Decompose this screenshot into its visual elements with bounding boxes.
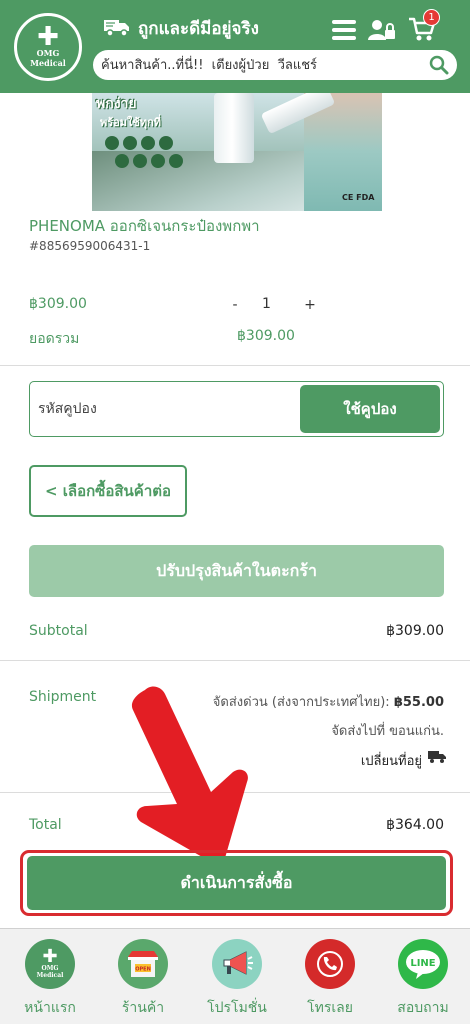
quantity-value[interactable]: 1 [262,296,271,312]
logo-text-line2: Medical [30,58,66,68]
shop-icon: OPEN [118,939,168,989]
coupon-form: ใช้คูปอง [29,381,444,437]
apply-coupon-button[interactable]: ใช้คูปอง [300,385,440,433]
section-divider [0,660,470,661]
nav-label-shop: ร้านค้า [121,1000,165,1016]
certification-marks: CE FDA [342,193,375,202]
delivery-truck-icon [104,20,129,37]
home-logo-text-line2: Medical [36,972,64,979]
nav-item-shop[interactable]: OPEN ร้านค้า [103,939,183,1023]
nav-label-promotion: โปรโมชั่น [207,1000,267,1016]
megaphone-icon [212,939,262,989]
nav-item-promotion[interactable]: โปรโมชั่น [197,939,277,1023]
line-logo-text: LINE [410,958,435,969]
cart-count-badge: 1 [423,9,440,26]
quantity-decrease-button[interactable]: - [228,294,242,316]
product-promo-subtext: พร้อมใช้ทุกที่ [100,116,162,129]
nav-item-call[interactable]: โทรเลย [290,939,370,1023]
line-chat-icon: LINE [398,939,448,989]
site-logo[interactable]: ✚ OMG Medical [14,13,82,81]
subtotal-label: Subtotal [29,623,88,639]
shipment-label: Shipment [29,689,97,705]
change-address-link[interactable]: เปลี่ยนที่อยู่ [361,750,422,771]
site-header: ✚ OMG Medical ถูกและดีมีอยู่จริง 1 [0,0,470,93]
checkout-button[interactable]: ดำเนินการสั่งซื้อ [27,856,446,910]
search-icon[interactable] [429,55,449,75]
bottom-navigation: ✚ OMG Medical หน้าแรก OPEN ร้านค้า โปรโม… [0,928,470,1024]
activity-icons [105,136,183,168]
coupon-code-input[interactable] [38,394,288,424]
line-total-label: ยอดรวม [29,331,80,347]
product-sku: #8856959006431-1 [29,239,151,253]
product-image[interactable]: พกง่าย พร้อมใช้ทุกที่ CE FDA [92,93,382,211]
medical-cross-icon: ✚ [42,946,58,967]
search-input[interactable] [101,50,421,80]
medical-cross-icon: ✚ [37,22,59,52]
quantity-increase-button[interactable]: + [302,294,318,316]
delivery-truck-icon[interactable] [428,750,446,764]
nav-label-call: โทรเลย [307,1000,353,1016]
menu-hamburger-icon[interactable] [332,20,356,40]
product-name-link[interactable]: PHENOMA ออกซิเจนกระป๋องพกพา [29,214,260,238]
section-divider [0,365,470,366]
search-bar [93,50,457,80]
home-logo-text-line1: OMG [41,965,59,972]
nav-item-line[interactable]: LINE สอบถาม [383,939,463,1023]
nav-label-home: หน้าแรก [24,1000,76,1016]
update-cart-button[interactable]: ปรับปรุงสินค้าในตะกร้า [29,545,444,597]
logo-text-line1: OMG [36,48,60,58]
total-value: ฿364.00 [386,817,444,833]
line-total-value: ฿309.00 [237,328,295,344]
shop-open-sign: OPEN [135,967,151,973]
red-arrow-annotation [131,686,248,865]
shipping-method-price: ฿55.00 [393,695,444,710]
nav-label-line: สอบถาม [397,1000,449,1016]
shipping-destination: จัดส่งไปที่ ขอนแก่น. [331,724,444,739]
subtotal-value: ฿309.00 [386,623,444,639]
home-logo-icon: ✚ OMG Medical [25,939,75,989]
total-label: Total [29,817,62,833]
continue-shopping-button[interactable]: < เลือกซื้อสินค้าต่อ [29,465,187,517]
product-promo-text: พกง่าย [96,96,137,112]
unit-price: ฿309.00 [29,296,87,312]
user-lock-icon[interactable] [368,18,396,42]
phone-icon [305,939,355,989]
site-tagline: ถูกและดีมีอยู่จริง [138,19,259,39]
nav-item-home[interactable]: ✚ OMG Medical หน้าแรก [10,939,90,1023]
